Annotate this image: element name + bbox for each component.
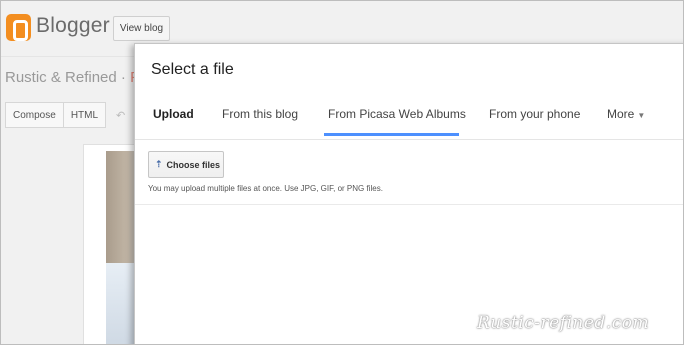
upload-hint: You may upload multiple files at once. U… (148, 184, 383, 193)
active-tab-indicator (324, 133, 459, 136)
blogger-logo-icon (6, 14, 31, 41)
blog-title: Rustic & Refined · P (5, 69, 140, 86)
tab-more-label: More (607, 107, 635, 121)
undo-icon[interactable]: ↶ (116, 109, 125, 122)
tab-upload[interactable]: Upload (153, 107, 194, 121)
view-blog-button[interactable]: View blog (113, 16, 170, 41)
html-tab[interactable]: HTML (62, 103, 105, 127)
tabs-divider (135, 139, 683, 140)
compose-tab[interactable]: Compose (6, 103, 63, 127)
upload-icon: ⇡ (155, 159, 163, 169)
blogger-logo-text: Blogger (36, 14, 110, 37)
watermark: Rustic-refined.com (477, 313, 650, 333)
chevron-down-icon: ▼ (637, 111, 646, 120)
choose-files-label: Choose files (166, 159, 221, 170)
screenshot-frame: Blogger View blog Rustic & Refined · P C… (0, 0, 684, 345)
editor-mode-tabs: Compose HTML (5, 102, 107, 128)
tab-more[interactable]: More ▼ (607, 107, 645, 121)
tab-from-this-blog[interactable]: From this blog (222, 107, 298, 121)
dialog-title: Select a file (151, 61, 234, 78)
content-divider (135, 204, 683, 205)
select-file-dialog: Select a file Upload From this blog From… (134, 43, 683, 344)
tab-from-picasa-web-albums[interactable]: From Picasa Web Albums (328, 107, 466, 121)
tab-from-your-phone[interactable]: From your phone (489, 107, 580, 121)
choose-files-button[interactable]: ⇡ Choose files (148, 151, 224, 178)
blog-title-text: Rustic & Refined · (5, 69, 126, 86)
